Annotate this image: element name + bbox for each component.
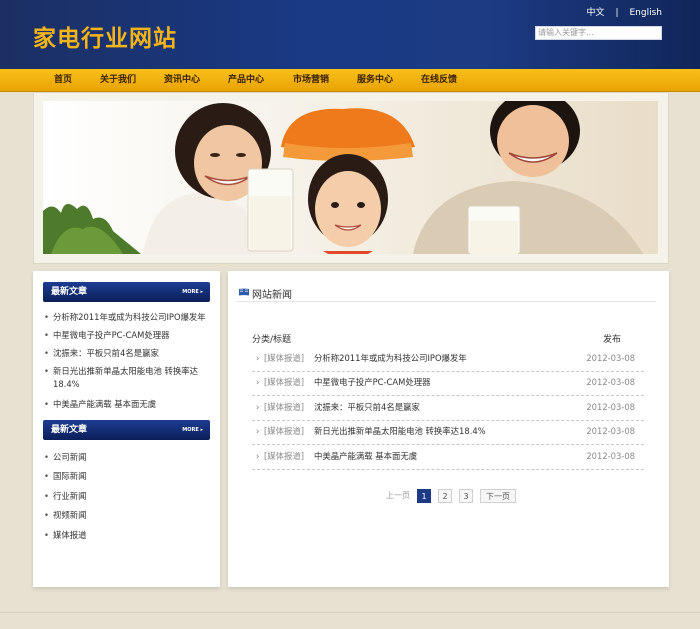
banner-image (43, 101, 658, 254)
nav-item-feedback[interactable]: 在线反馈 (421, 69, 457, 91)
nav-item-marketing[interactable]: 市场营销 (293, 69, 329, 91)
bullet-icon: • (44, 530, 49, 540)
bullet-icon: • (44, 491, 49, 501)
row-category[interactable]: [媒体报道] (264, 371, 304, 393)
divider (236, 301, 656, 302)
list-item-label: 视频新闻 (53, 510, 87, 520)
prev-page-button[interactable]: 上一页 (383, 489, 413, 503)
left-sidebar: 最新文章 MORE ▸ • 分析称2011年或成为科技公司IPO爆发年 • 中星微电… (33, 271, 220, 587)
table-row[interactable]: › [媒体报道] 沈振来：平板只前4名是赢家 2012-03-08 (252, 396, 644, 421)
search-input[interactable]: 请输入关键字... (535, 26, 662, 40)
more-link[interactable]: MORE ▸ (182, 282, 203, 302)
row-category[interactable]: [媒体报道] (264, 396, 304, 418)
page-3-button[interactable]: 3 (459, 489, 473, 503)
list-item[interactable]: • 新日光出推新单晶太阳能电池 转换率达18.4% (44, 365, 214, 391)
category-item-media-reports[interactable]: • 媒体报道 (44, 529, 214, 542)
list-item[interactable]: • 分析称2011年或成为科技公司IPO爆发年 (44, 311, 214, 324)
table-row[interactable]: › [媒体报道] 新日光出推新单晶太阳能电池 转换率达18.4% 2012-03… (252, 420, 644, 445)
footer-divider (0, 612, 700, 613)
latest-articles-title: 最新文章 (51, 287, 88, 297)
chevron-right-icon: › (256, 377, 260, 387)
nav-item-news-center[interactable]: 资讯中心 (164, 69, 200, 91)
row-date: 2012-03-08 (586, 353, 635, 363)
row-category[interactable]: [媒体报道] (264, 420, 304, 442)
list-item-label: 公司新闻 (53, 452, 87, 462)
category-item-company-news[interactable]: • 公司新闻 (44, 451, 214, 464)
table-row[interactable]: › [媒体报道] 分析称2011年或成为科技公司IPO爆发年 2012-03-0… (252, 347, 644, 372)
list-item-label: 新日光出推新单晶太阳能电池 转换率达18.4% (53, 366, 199, 389)
table-row[interactable]: › [媒体报道] 中美晶产能满载 基本面无虞 2012-03-08 (252, 445, 644, 470)
site-header: 家电行业网站 中文 | English 请输入关键字... (0, 0, 700, 69)
row-category[interactable]: [媒体报道] (264, 347, 304, 369)
list-item-label: 行业新闻 (53, 491, 87, 501)
list-item[interactable]: • 中美晶产能满载 基本面无虞 (44, 398, 214, 411)
news-panel: 网站新闻 分类/标题 发布 › [媒体报道] 分析称2011年或成为科技公司IP… (228, 271, 669, 587)
family-milk-illustration (43, 101, 658, 254)
categories-header: 最新文章 MORE ▸ (43, 420, 210, 440)
bullet-icon: • (44, 452, 49, 462)
next-page-button[interactable]: 下一页 (480, 489, 516, 503)
chevron-right-icon: › (256, 451, 260, 461)
list-item-label: 国际新闻 (53, 471, 87, 481)
lang-english-link[interactable]: English (630, 8, 663, 18)
site-title[interactable]: 家电行业网站 (33, 19, 177, 53)
list-item[interactable]: • 沈振来：平板只前4名是赢家 (44, 347, 214, 360)
news-heading: 网站新闻 (252, 290, 292, 301)
table-row[interactable]: › [媒体报道] 中星微电子投产PC-CAM处理器 2012-03-08 (252, 371, 644, 396)
list-item-label: 中美晶产能满载 基本面无虞 (53, 399, 157, 409)
categories-title: 最新文章 (51, 425, 88, 435)
main-nav: 首页 关于我们 资讯中心 产品中心 市场营销 服务中心 在线反馈 (0, 69, 700, 92)
latest-articles-header: 最新文章 MORE ▸ (43, 282, 210, 302)
bullet-icon: • (44, 366, 49, 376)
list-item-label: 分析称2011年或成为科技公司IPO爆发年 (53, 312, 206, 322)
bullet-icon: • (44, 399, 49, 409)
lang-separator: | (615, 8, 619, 18)
row-date: 2012-03-08 (586, 426, 635, 436)
list-item[interactable]: • 中星微电子投产PC-CAM处理器 (44, 329, 214, 342)
page-1-button[interactable]: 1 (417, 489, 431, 503)
list-item-label: 沈振来：平板只前4名是赢家 (53, 348, 159, 358)
bullet-icon: • (44, 312, 49, 322)
chevron-right-icon: › (256, 353, 260, 363)
row-title[interactable]: 分析称2011年或成为科技公司IPO爆发年 (314, 347, 467, 369)
row-category[interactable]: [媒体报道] (264, 445, 304, 467)
book-icon (239, 288, 249, 296)
category-item-industry-news[interactable]: • 行业新闻 (44, 490, 214, 503)
bullet-icon: • (44, 471, 49, 481)
column-header-date: 发布 (603, 335, 622, 345)
nav-item-service[interactable]: 服务中心 (357, 69, 393, 91)
row-title[interactable]: 新日光出推新单晶太阳能电池 转换率达18.4% (314, 420, 486, 442)
category-item-international-news[interactable]: • 国际新闻 (44, 470, 214, 483)
row-date: 2012-03-08 (586, 377, 635, 387)
list-item-label: 媒体报道 (53, 530, 87, 540)
chevron-right-icon: › (256, 426, 260, 436)
lang-chinese-link[interactable]: 中文 (586, 5, 604, 18)
category-item-video-news[interactable]: • 视频新闻 (44, 509, 214, 522)
more-link[interactable]: MORE ▸ (182, 420, 203, 440)
row-title[interactable]: 沈振来：平板只前4名是赢家 (314, 396, 420, 418)
chevron-right-icon: › (256, 402, 260, 412)
bullet-icon: • (44, 510, 49, 520)
row-date: 2012-03-08 (586, 402, 635, 412)
bullet-icon: • (44, 330, 49, 340)
language-switch: 中文 | English (586, 5, 662, 18)
nav-item-home[interactable]: 首页 (54, 69, 72, 91)
page-2-button[interactable]: 2 (438, 489, 452, 503)
row-title[interactable]: 中星微电子投产PC-CAM处理器 (314, 371, 430, 393)
bullet-icon: • (44, 348, 49, 358)
column-header-title: 分类/标题 (252, 335, 292, 345)
row-title[interactable]: 中美晶产能满载 基本面无虞 (314, 445, 417, 467)
list-item-label: 中星微电子投产PC-CAM处理器 (53, 330, 170, 340)
nav-item-about[interactable]: 关于我们 (100, 69, 136, 91)
nav-item-products[interactable]: 产品中心 (228, 69, 264, 91)
row-date: 2012-03-08 (586, 451, 635, 461)
